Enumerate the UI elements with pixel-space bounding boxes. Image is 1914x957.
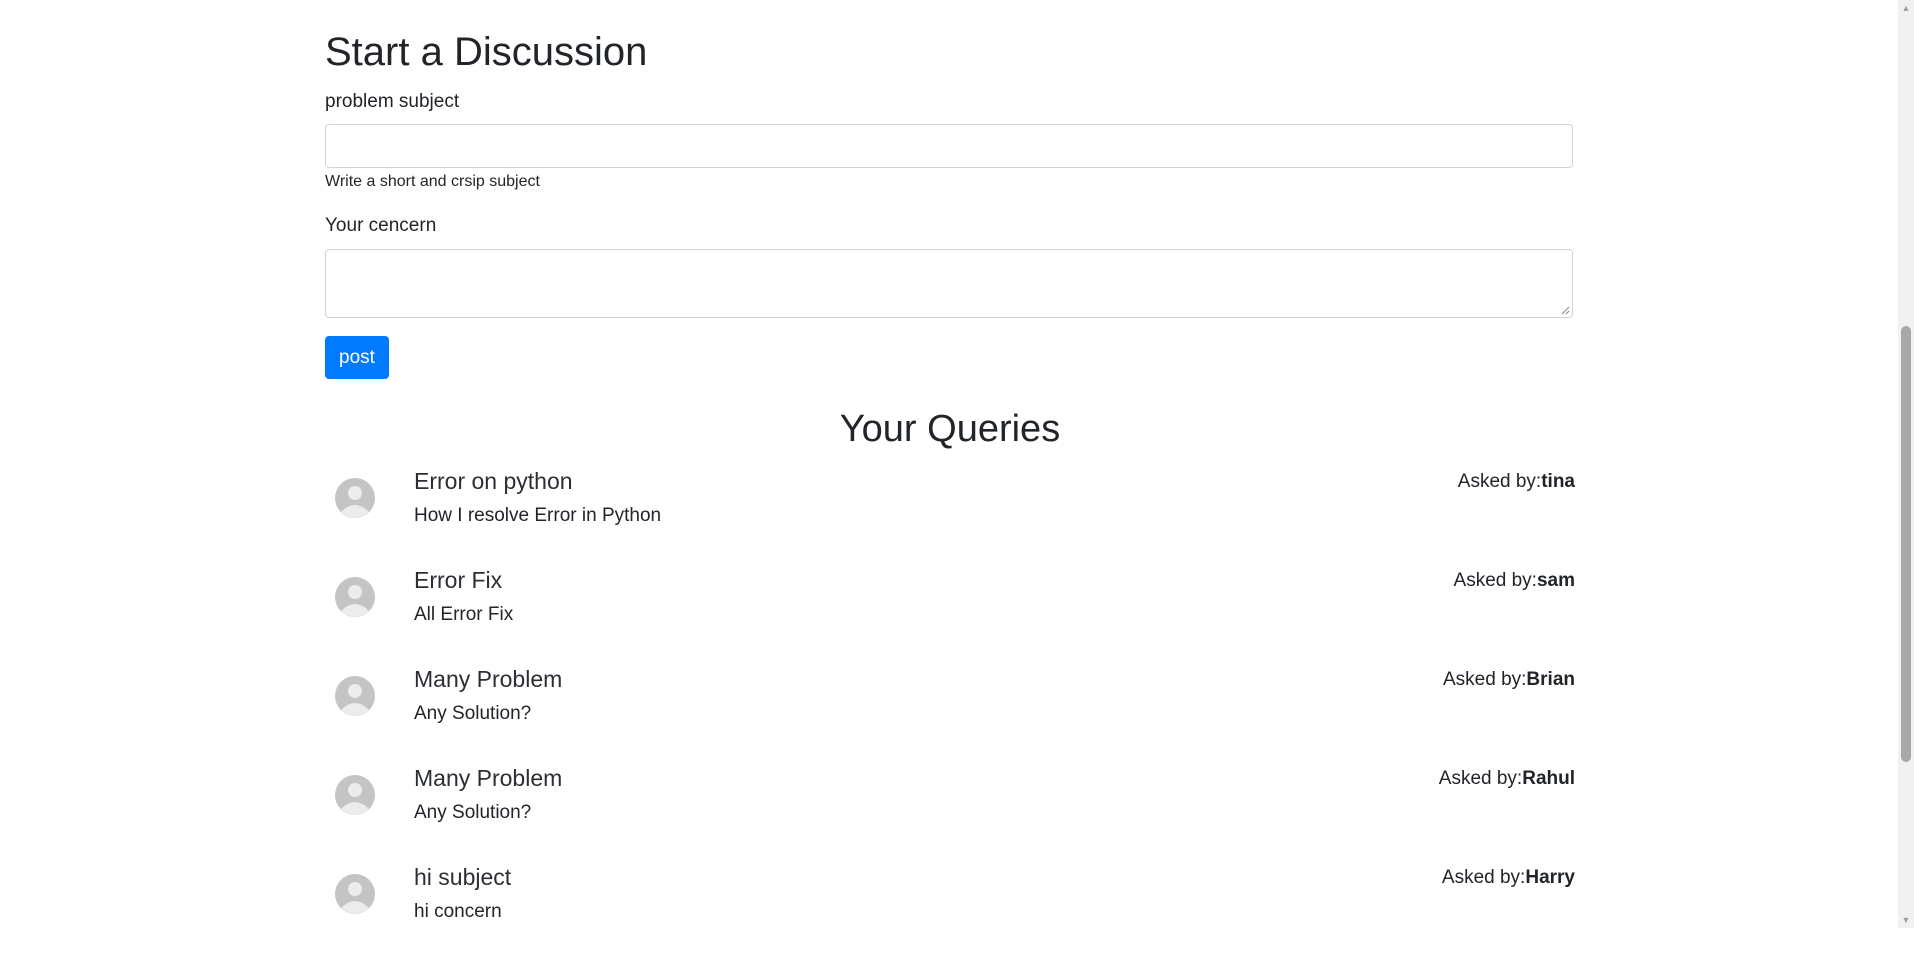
user-avatar-icon [335,874,375,914]
query-body: Any Solution? [414,703,532,724]
query-title[interactable]: Many Problem [414,763,562,793]
query-asked-by: Asked by:Harry [1442,866,1575,890]
asked-by-prefix: Asked by: [1453,570,1537,591]
queries-list: Error on python How I resolve Error in P… [325,462,1575,957]
query-title[interactable]: hi subject [414,862,511,892]
vertical-scrollbar[interactable]: ▲ ▼ [1898,0,1914,928]
query-body: hi concern [414,901,502,922]
concern-label: Your cencern [325,215,437,236]
user-avatar-icon [335,577,375,617]
query-author: Brian [1526,669,1575,690]
query-item: Error Fix All Error Fix Asked by:sam [325,561,1575,660]
query-author: tina [1541,471,1575,492]
query-asked-by: Asked by:Brian [1443,668,1575,692]
subject-help-text: Write a short and crsip subject [325,173,540,190]
scroll-down-arrow-icon[interactable]: ▼ [1898,912,1914,928]
query-item: hi subject hi concern Asked by:Harry [325,858,1575,957]
query-author: Rahul [1522,768,1575,789]
concern-textarea[interactable] [325,249,1573,318]
user-avatar-icon [335,775,375,815]
subject-label: problem subject [325,91,460,112]
query-item: Many Problem Any Solution? Asked by:Bria… [325,660,1575,759]
queries-heading: Your Queries [839,408,1061,450]
page-title: Start a Discussion [325,30,648,74]
query-body: How I resolve Error in Python [414,505,662,526]
query-asked-by: Asked by:tina [1458,470,1575,494]
asked-by-prefix: Asked by: [1438,768,1523,789]
query-asked-by: Asked by:sam [1454,569,1575,593]
asked-by-prefix: Asked by: [1457,471,1542,492]
query-title[interactable]: Error Fix [414,565,502,595]
query-body: Any Solution? [414,802,532,823]
user-avatar-icon [335,478,375,518]
asked-by-prefix: Asked by: [1441,867,1526,888]
scroll-up-arrow-icon[interactable]: ▲ [1898,0,1914,16]
subject-input[interactable] [325,124,1573,168]
query-body: All Error Fix [414,604,514,625]
query-title[interactable]: Many Problem [414,664,562,694]
query-asked-by: Asked by:Rahul [1439,767,1575,791]
user-avatar-icon [335,676,375,716]
asked-by-prefix: Asked by: [1442,669,1527,690]
resize-grip-icon[interactable] [1561,306,1570,315]
query-item: Many Problem Any Solution? Asked by:Rahu… [325,759,1575,858]
scrollbar-thumb[interactable] [1901,326,1911,762]
query-title[interactable]: Error on python [414,466,573,496]
query-author: Harry [1525,867,1575,888]
post-button[interactable]: post [325,336,389,379]
query-author: sam [1536,570,1575,591]
query-item: Error on python How I resolve Error in P… [325,462,1575,561]
